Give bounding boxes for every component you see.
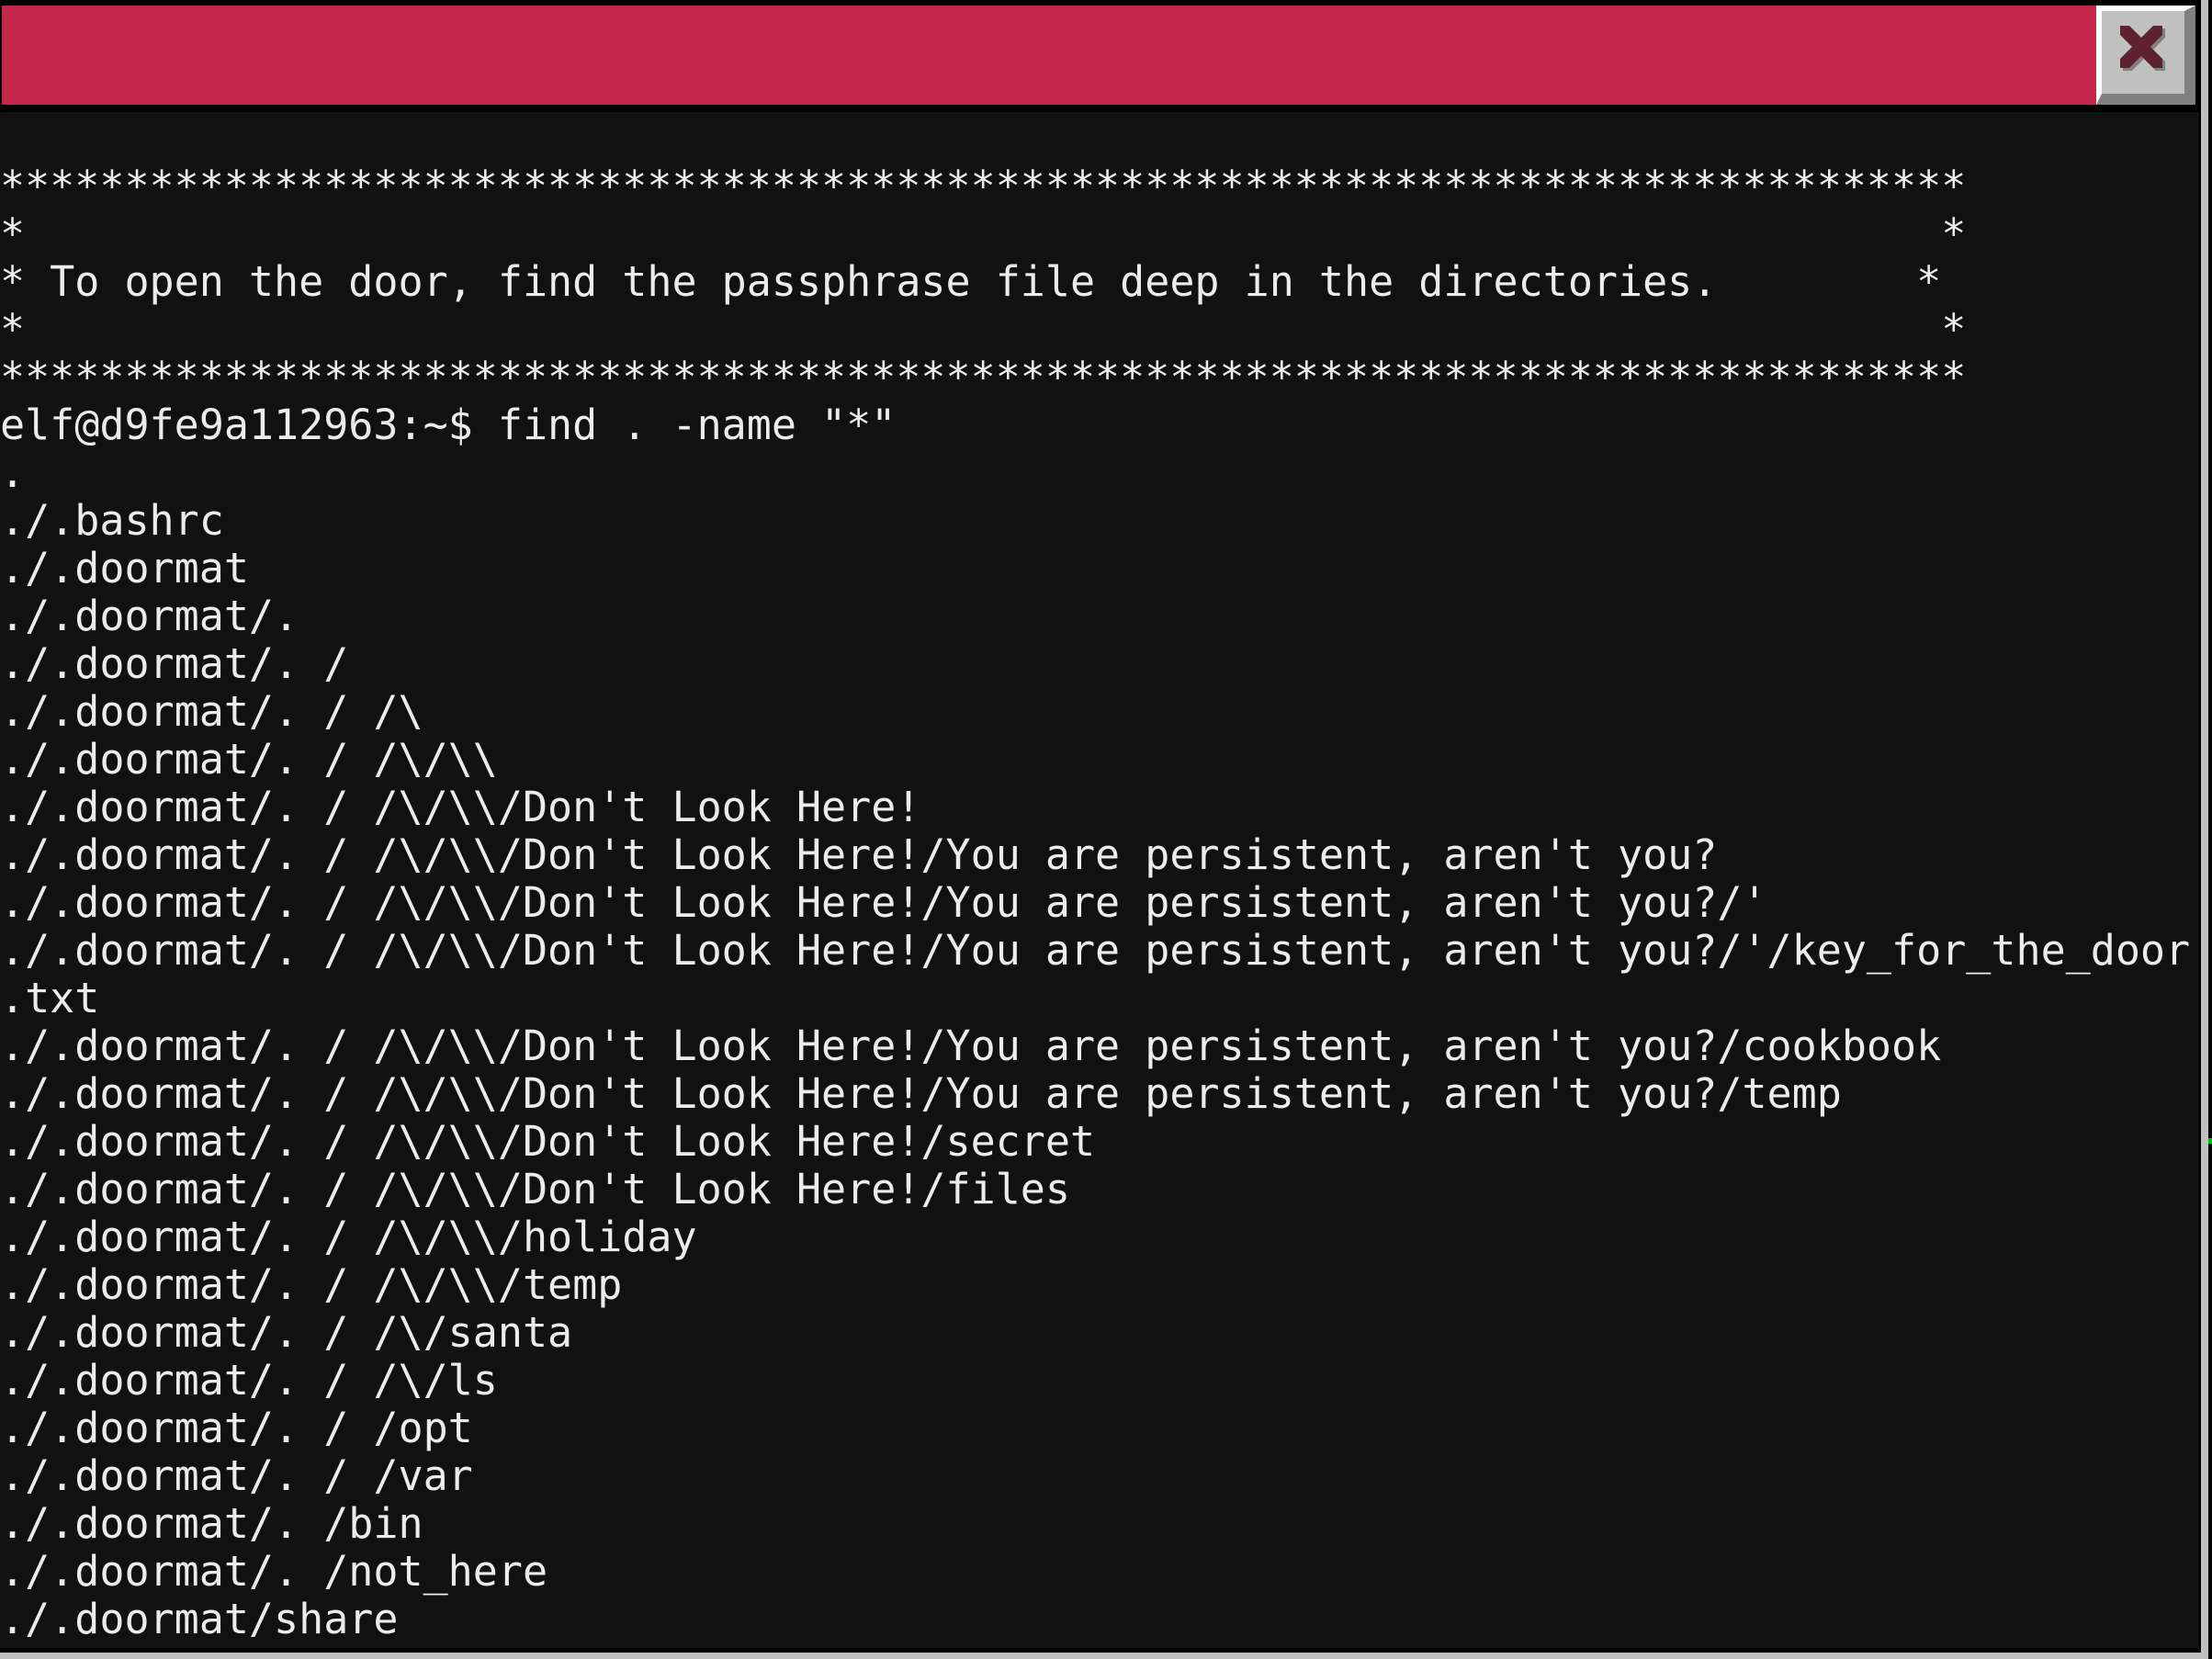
command-prompt-line: elf@d9fe9a112963:~$ find . -name "*" (0, 401, 897, 449)
banner-border-bottom: ****************************************… (0, 353, 1967, 401)
output-line: ./.doormat/. / /\/\\/temp (0, 1260, 623, 1309)
output-line: ./.doormat/share (0, 1595, 399, 1643)
banner-message: * To open the door, find the passphrase … (0, 257, 1942, 306)
output-line: ./.doormat/. /not_here (0, 1547, 548, 1596)
output-line: ./.doormat/. / /var (0, 1451, 473, 1500)
output-line: ./.bashrc (0, 496, 224, 545)
window-title-bar[interactable] (2, 6, 2096, 105)
output-line: ./.doormat/. / /\/\\ (0, 735, 498, 784)
window-frame-edge (2208, 0, 2212, 1659)
output-line: ./.doormat/. / /\/\\/Don't Look Here!/Yo… (0, 1069, 1842, 1118)
output-line: ./.doormat/. / /\/\\/Don't Look Here!/Yo… (0, 878, 1767, 927)
output-line: ./.doormat/. / /\/\\/Don't Look Here!/Yo… (0, 1021, 1942, 1070)
output-line: ./.doormat/. / /\/\\/holiday (0, 1213, 697, 1261)
output-line: ./.doormat/. / /\/santa (0, 1308, 573, 1357)
close-button[interactable] (2096, 6, 2195, 105)
banner-line: * * (0, 209, 1967, 258)
output-line-key-file: ./.doormat/. / /\/\\/Don't Look Here!/Yo… (0, 926, 2191, 975)
banner-border-top: ****************************************… (0, 162, 1967, 210)
terminal-output[interactable]: ****************************************… (0, 112, 2199, 1648)
output-line: . (0, 448, 26, 497)
close-icon (2120, 26, 2165, 71)
window-frame-bottom (0, 1653, 2208, 1659)
banner-line: * * (0, 305, 1967, 354)
output-line: ./.doormat/. / /\/\\/Don't Look Here!/se… (0, 1117, 1096, 1166)
output-line: ./.doormat/. / (0, 639, 349, 688)
output-line: ./.doormat/. / /\/\\/Don't Look Here!/Yo… (0, 830, 1718, 879)
output-line: ./.doormat/. / /\/\\/Don't Look Here! (0, 783, 921, 831)
output-line: ./.doormat/. / /\/ls (0, 1356, 498, 1405)
output-line-key-file-wrap: .txt (0, 974, 100, 1022)
window-frame-right (2201, 0, 2208, 1659)
terminal-lines: ****************************************… (0, 163, 2190, 1643)
output-line: ./.doormat/. / /opt (0, 1404, 473, 1452)
status-indicator (2208, 1138, 2212, 1144)
output-line: ./.doormat/. /bin (0, 1499, 423, 1548)
output-line: ./.doormat (0, 544, 249, 592)
output-line: ./.doormat/. / /\ (0, 687, 423, 736)
output-line: ./.doormat/. (0, 592, 299, 640)
output-line: ./.doormat/. / /\/\\/Don't Look Here!/fi… (0, 1165, 1070, 1213)
